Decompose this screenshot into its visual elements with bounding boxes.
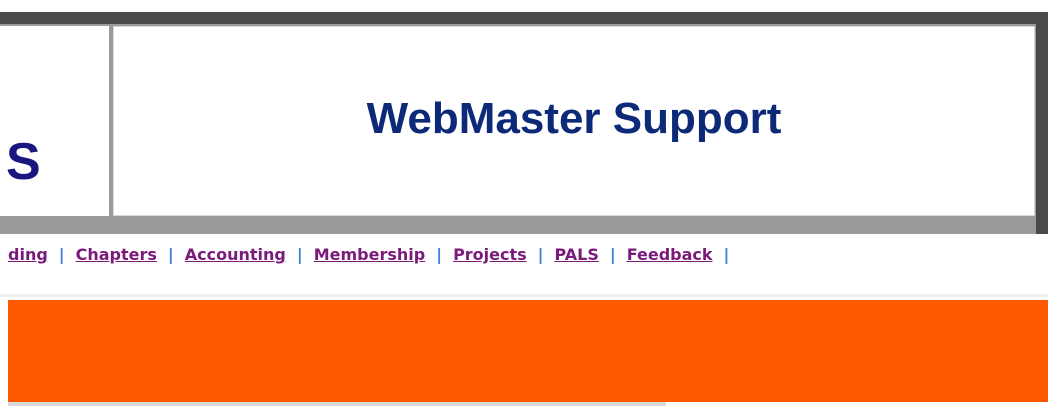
nav-link-partial-ding[interactable]: ding bbox=[8, 245, 48, 264]
nav-separator: | bbox=[167, 245, 174, 264]
logo-partial-text: S bbox=[6, 133, 41, 191]
nav-separator: | bbox=[436, 245, 443, 264]
nav-bar: ding | Chapters | Accounting | Membership | Proj… bbox=[0, 240, 1048, 272]
header-frame-top-border bbox=[0, 12, 1048, 24]
nav-separator: | bbox=[609, 245, 616, 264]
nav-divider bbox=[0, 294, 1048, 297]
header-frame: S WebMaster Support bbox=[0, 12, 1048, 234]
nav-link-projects[interactable]: Projects bbox=[453, 245, 527, 264]
nav-link-chapters[interactable]: Chapters bbox=[76, 245, 157, 264]
nav-separator: | bbox=[296, 245, 303, 264]
orange-banner bbox=[8, 300, 1048, 402]
header-frame-right-border bbox=[1036, 12, 1048, 234]
nav-link-feedback[interactable]: Feedback bbox=[627, 245, 713, 264]
page-title: WebMaster Support bbox=[366, 94, 782, 143]
nav-link-accounting[interactable]: Accounting bbox=[185, 245, 286, 264]
nav-link-pals[interactable]: PALS bbox=[555, 245, 599, 264]
nav-separator: | bbox=[58, 245, 65, 264]
nav-links: ding | Chapters | Accounting | Membership | Proj… bbox=[8, 245, 740, 265]
nav-separator: | bbox=[723, 245, 730, 264]
content-strip bbox=[8, 402, 666, 406]
logo-cell: S bbox=[0, 26, 111, 216]
title-cell: WebMaster Support bbox=[113, 26, 1035, 216]
nav-link-membership[interactable]: Membership bbox=[314, 245, 426, 264]
nav-separator: | bbox=[537, 245, 544, 264]
